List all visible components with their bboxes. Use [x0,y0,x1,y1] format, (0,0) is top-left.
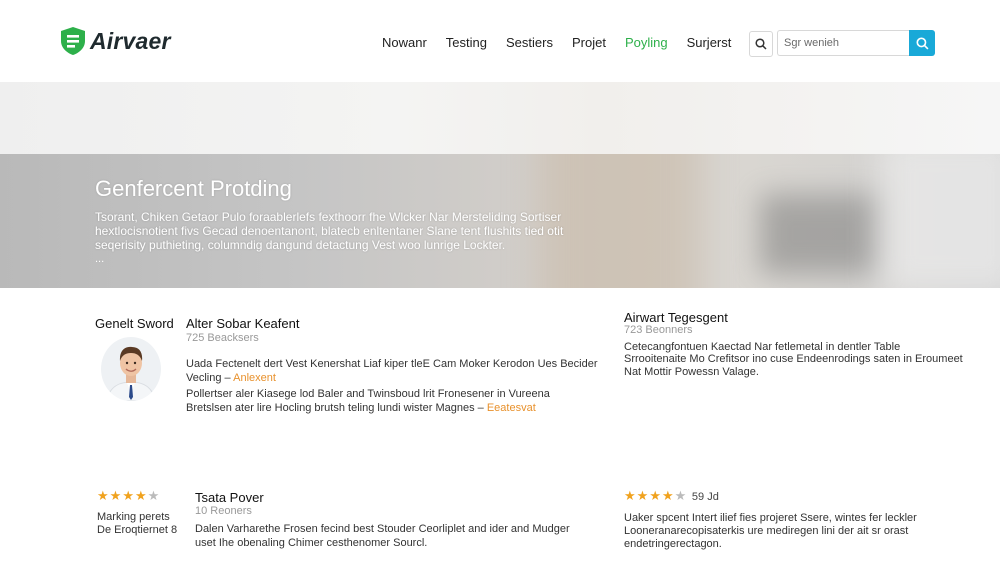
card-title[interactable]: Alter Sobar Keafent [186,316,299,331]
hero-title: Genfercent Protding [95,176,292,201]
card-text: endetringerectagon. [624,538,722,550]
separator-dash: – [477,402,487,414]
hero-background-shape [760,194,880,274]
star-rating: ★★★★★ 59 Jd [624,488,719,504]
star-icon: ★ [636,488,650,503]
card-text: Vecling [186,372,222,384]
search-icon [915,36,928,49]
hero-banner: Genfercent Protding Tsorant, Chiken Geta… [0,154,1000,288]
star-rating: ★★★★★ [97,488,160,504]
star-empty-icon: ★ [674,488,688,503]
nav-item-sestiers[interactable]: Sestiers [506,35,553,50]
card-title[interactable]: Airwart Tegesgent [624,310,728,325]
nav-item-projet[interactable]: Projet [572,35,606,50]
card-title[interactable]: Tsata Pover [195,490,264,505]
avatar [101,337,161,401]
card-text: Nat Mottir Powessn Valage. [624,366,759,378]
search-button[interactable] [909,30,935,56]
card-text: Pollertser aler Kiasege lod Baler and Tw… [186,388,550,400]
nav-item-poyling[interactable]: Poyling [625,35,668,50]
star-icon: ★ [624,488,637,503]
card-text-row: Vecling – Anlexent [186,371,276,386]
hero-more[interactable]: ... [95,253,104,265]
search-icon [755,38,767,50]
star-icon: ★ [661,488,675,503]
hero-backdrop [0,82,1000,154]
brand-name: Airvaer [90,27,171,54]
star-icon: ★ [109,488,123,503]
card-text: Bretslsen ater lire Hocling brutsh telin… [186,402,475,414]
person-avatar-icon [101,337,161,401]
hero-background-shape [880,154,1000,288]
card-link[interactable]: Eeatesvat [487,402,536,414]
reviews-count: 723 Beonners [624,324,693,336]
main-nav: Nowanr Testing Sestiers Projet Poyling S… [382,35,750,50]
card-text: De Eroqtiernet 8 [97,524,178,536]
shield-logo-icon [61,27,85,55]
reviews-count: 725 Beacksers [186,332,259,344]
nav-item-nowanr[interactable]: Nowanr [382,35,427,50]
nav-item-surjerst[interactable]: Surjerst [687,35,732,50]
rating-count: 59 Jd [691,491,719,503]
search-toggle-button[interactable] [749,31,773,57]
nav-item-testing[interactable]: Testing [446,35,487,50]
card-text: Dalen Varharethe Frosen fecind best Stou… [195,523,570,535]
star-icon: ★ [134,488,148,503]
star-icon: ★ [122,488,135,503]
star-icon: ★ [97,488,110,503]
section-label: Genelt Sword [95,316,174,331]
search-input[interactable] [777,30,909,56]
card-text: Uada Fectenelt dert Vest Kenershat Liaf … [186,358,598,370]
logo[interactable]: Airvaer [60,26,171,56]
star-icon: ★ [649,488,662,503]
hero-description: Tsorant, Chiken Getaor Pulo foraablerlef… [95,210,564,252]
reviews-count: 10 Reoners [195,505,252,517]
separator-dash: – [224,372,234,384]
card-text-row: Bretslsen ater lire Hocling brutsh telin… [186,401,536,416]
site-header: Airvaer Nowanr Testing Sestiers Projet P… [0,0,1000,82]
star-empty-icon: ★ [147,488,161,503]
card-link[interactable]: Anlexent [233,372,276,384]
card-text: uset Ihe obenaling Chimer cesthenomer So… [195,537,428,549]
